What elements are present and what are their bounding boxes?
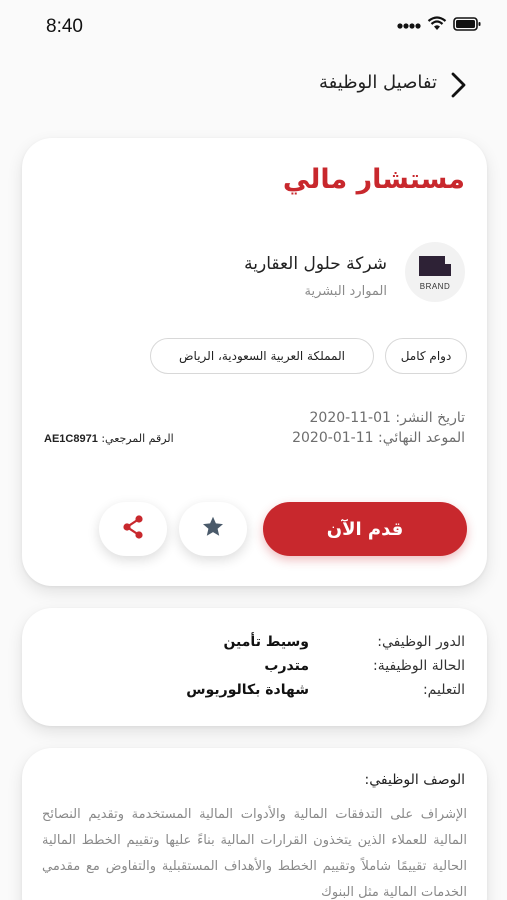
reference-value: AE1C8971 (44, 433, 98, 445)
posted-date: تاريخ النشر: 01-11-2020 (309, 410, 466, 426)
description-text: الإشراف على التدفقات المالية والأدوات ال… (42, 807, 467, 900)
job-card: مستشار مالي BRAND شركة حلول العقارية الم… (22, 138, 487, 586)
status-bar: 8:40 (0, 0, 507, 54)
company-name: شركة حلول العقارية (244, 254, 387, 274)
job-details-card: الدور الوظيفي: وسيط تأمين الحالة الوظيفي… (22, 608, 487, 726)
description-title: الوصف الوظيفي: (364, 772, 465, 788)
info-row: الحالة الوظيفية: متدرب (22, 658, 487, 682)
signal-icon (397, 16, 421, 35)
header: تفاصيل الوظيفة (0, 62, 507, 108)
education-label: التعليم: (422, 682, 465, 698)
logo-text: BRAND (419, 282, 451, 291)
page-title: تفاصيل الوظيفة (319, 72, 437, 93)
chevron-right-icon (443, 72, 473, 104)
status-time: 8:40 (46, 16, 83, 37)
status-value: متدرب (264, 658, 309, 674)
education-value: شهادة بكالوريوس (186, 682, 309, 698)
battery-icon (453, 16, 481, 35)
info-row: الدور الوظيفي: وسيط تأمين (22, 634, 487, 658)
job-type-tag: دوام كامل (385, 338, 467, 374)
role-value: وسيط تأمين (223, 634, 309, 650)
company-logo: BRAND (405, 242, 465, 302)
deadline-date: الموعد النهائي: 11-01-2020 (292, 430, 465, 446)
job-title: مستشار مالي (282, 164, 465, 195)
info-row: التعليم: شهادة بكالوريوس (22, 682, 487, 706)
reference-label: الرقم المرجعي: (101, 432, 174, 445)
status-label: الحالة الوظيفية: (373, 658, 465, 674)
status-icons (397, 15, 481, 35)
company-department: الموارد البشرية (304, 284, 387, 299)
role-label: الدور الوظيفي: (377, 634, 465, 650)
location-tag: المملكة العربية السعودية، الرياض (150, 338, 374, 374)
share-icon (120, 514, 146, 544)
share-button[interactable] (99, 502, 167, 556)
wifi-icon (427, 15, 447, 35)
apply-now-button[interactable]: قدم الآن (263, 502, 467, 556)
back-button[interactable] (443, 70, 473, 100)
job-description-card: الوصف الوظيفي: الإشراف على التدفقات الما… (22, 748, 487, 900)
star-icon (201, 515, 225, 543)
reference-number: الرقم المرجعي: AE1C8971 (44, 432, 174, 445)
favorite-button[interactable] (179, 502, 247, 556)
